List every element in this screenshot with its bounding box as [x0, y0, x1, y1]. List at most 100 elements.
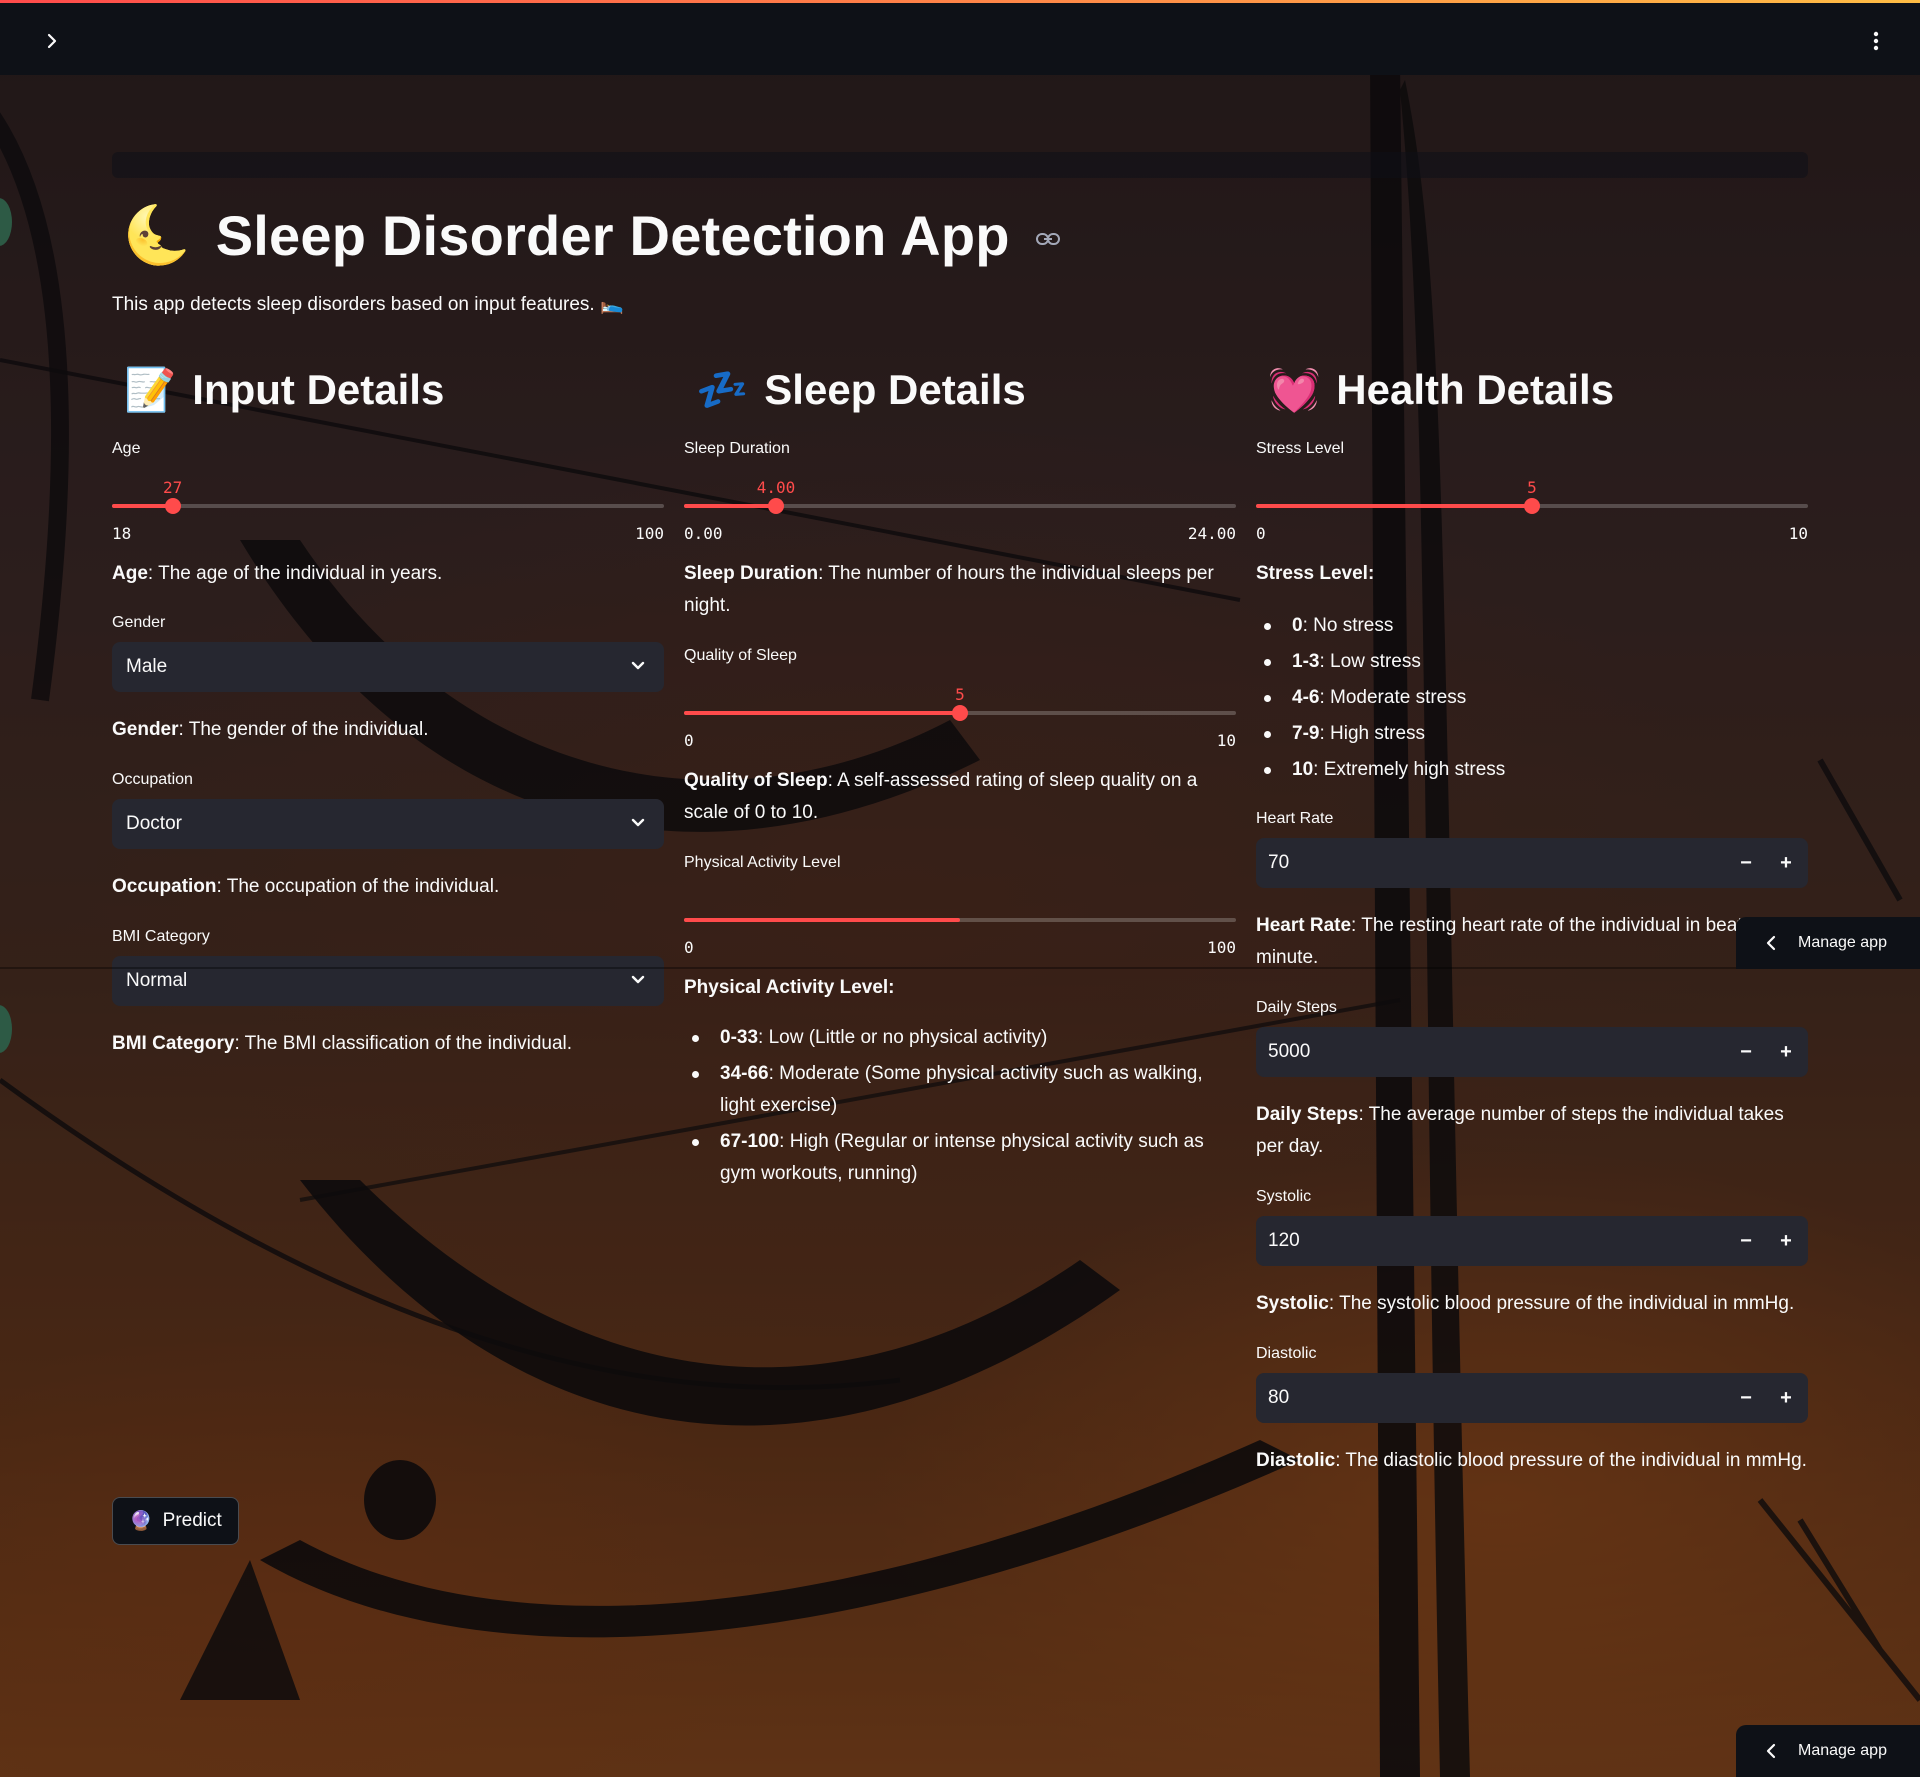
gender-select[interactable]: Male [112, 642, 664, 692]
slider-thumb[interactable] [952, 705, 968, 721]
decoration-bar [112, 152, 1808, 178]
chevron-down-icon [631, 818, 645, 827]
stress-slider[interactable]: 5 0 10 [1256, 458, 1808, 548]
slider-fill [1256, 504, 1532, 508]
occupation-select[interactable]: Doctor [112, 799, 664, 849]
slider-max: 24.00 [1187, 524, 1236, 543]
decrement-button[interactable]: − [1726, 843, 1766, 883]
more-vertical-icon [1873, 31, 1879, 51]
increment-button[interactable]: + [1766, 843, 1806, 883]
diastolic-label: Diastolic [1256, 1345, 1317, 1362]
stress-level-list: 0: No stress 1-3: Low stress 4-6: Moderate… [1256, 610, 1808, 790]
link-icon[interactable] [1035, 226, 1060, 252]
heart-rate-input[interactable]: 70 − + [1256, 838, 1808, 888]
daily-steps-input[interactable]: 5000 − + [1256, 1027, 1808, 1077]
bmi-select[interactable]: Normal [112, 956, 664, 1006]
predict-button[interactable]: 🔮 Predict [112, 1497, 239, 1545]
main-menu-button[interactable] [1862, 27, 1890, 55]
crystal-ball-icon: 🔮 [129, 1511, 153, 1532]
systolic-description: Systolic: The systolic blood pressure of… [1256, 1293, 1795, 1314]
sleep-duration-slider-group: Sleep Duration 4.00 0.00 24.00 [684, 440, 1236, 548]
sleep-quality-description: Quality of Sleep: A self-assessed rating… [684, 770, 1198, 823]
age-slider[interactable]: 27 18 100 [112, 458, 664, 548]
slider-min: 0 [1256, 524, 1266, 543]
slider-value: 5 [955, 685, 965, 704]
input-details-heading: 📝 Input Details [112, 360, 664, 420]
input-details-column: 📝 Input Details Age 27 18 100 Age: The a… [112, 360, 664, 1054]
decrement-button[interactable]: − [1726, 1032, 1766, 1072]
sleep-duration-label: Sleep Duration [684, 440, 790, 457]
gender-description: Gender: The gender of the individual. [112, 719, 429, 740]
gender-label: Gender [112, 614, 166, 631]
chevron-left-icon [1766, 1743, 1776, 1759]
health-details-column: 💓 Health Details Stress Level 5 0 10 Str… [1256, 360, 1808, 1471]
occupation-label: Occupation [112, 771, 193, 788]
slider-fill [112, 504, 173, 508]
slider-fill [684, 918, 960, 922]
heading-text: Input Details [192, 366, 445, 413]
heart-rate-description: Heart Rate: The resting heart rate of th… [1256, 915, 1785, 968]
diastolic-input[interactable]: 80 − + [1256, 1373, 1808, 1423]
app-subtitle: This app detects sleep disorders based o… [112, 294, 624, 315]
manage-app-button[interactable]: Manage app [1736, 1725, 1920, 1777]
heart-rate-label: Heart Rate [1256, 810, 1334, 827]
manage-app-button[interactable]: Manage app [1736, 917, 1920, 969]
slider-thumb[interactable] [768, 498, 785, 514]
slider-max: 10 [1216, 731, 1236, 750]
chevron-down-icon [631, 975, 645, 984]
slider-thumb[interactable] [1524, 498, 1540, 514]
systolic-group: Systolic 120 − + [1256, 1188, 1808, 1266]
list-item: 34-66: Moderate (Some physical activity … [684, 1058, 1236, 1122]
slider-value: 27 [162, 478, 183, 497]
activity-slider-group: Physical Activity Level 0 100 [684, 854, 1236, 962]
list-item: 4-6: Moderate stress [1256, 682, 1808, 714]
age-slider-group: Age 27 18 100 [112, 440, 664, 548]
diastolic-description: Diastolic: The diastolic blood pressure … [1256, 1450, 1807, 1471]
systolic-value: 120 [1268, 1230, 1300, 1251]
heading-text: Health Details [1336, 366, 1615, 413]
heart-rate-group: Heart Rate 70 − + [1256, 810, 1808, 888]
increment-button[interactable]: + [1766, 1032, 1806, 1072]
heart-icon: 💓 [1268, 365, 1321, 413]
slider-track [112, 504, 664, 508]
app-header [0, 3, 1920, 75]
heart-rate-value: 70 [1268, 852, 1290, 873]
slider-max: 100 [635, 524, 664, 543]
slider-fill [684, 504, 777, 508]
slider-fill [684, 711, 960, 715]
activity-slider[interactable]: 0 100 [684, 872, 1236, 962]
decrement-button[interactable]: − [1726, 1221, 1766, 1261]
sleep-duration-slider[interactable]: 4.00 0.00 24.00 [684, 458, 1236, 548]
list-item: 10: Extremely high stress [1256, 754, 1808, 786]
slider-min: 0 [684, 938, 694, 957]
daily-steps-group: Daily Steps 5000 − + [1256, 999, 1808, 1077]
expand-sidebar-button[interactable] [38, 27, 66, 55]
list-item: 1-3: Low stress [1256, 646, 1808, 678]
slider-thumb[interactable] [164, 498, 181, 514]
decrement-button[interactable]: − [1726, 1378, 1766, 1418]
age-description: Age: The age of the individual in years. [112, 563, 443, 584]
age-label: Age [112, 440, 141, 457]
systolic-label: Systolic [1256, 1188, 1312, 1205]
list-item: 7-9: High stress [1256, 718, 1808, 750]
occupation-select-group: Occupation Doctor [112, 771, 664, 849]
memo-icon: 📝 [124, 365, 177, 413]
page-title: 🌜 Sleep Disorder Detection App [122, 200, 1060, 270]
health-details-heading: 💓 Health Details [1256, 360, 1808, 420]
occupation-description: Occupation: The occupation of the indivi… [112, 876, 500, 897]
moon-icon: 🌜 [122, 203, 192, 266]
occupation-value: Doctor [126, 813, 182, 834]
chevron-right-icon [47, 33, 57, 49]
sleep-duration-description: Sleep Duration: The number of hours the … [684, 563, 1214, 616]
increment-button[interactable]: + [1766, 1221, 1806, 1261]
slider-max: 100 [1207, 938, 1236, 957]
diastolic-value: 80 [1268, 1387, 1290, 1408]
sleep-quality-slider[interactable]: 5 0 10 [684, 665, 1236, 755]
predict-label: Predict [162, 1510, 222, 1531]
zzz-icon: 💤 [696, 365, 749, 413]
increment-button[interactable]: + [1766, 1378, 1806, 1418]
activity-label: Physical Activity Level [684, 854, 841, 871]
systolic-input[interactable]: 120 − + [1256, 1216, 1808, 1266]
slider-min: 0 [684, 731, 694, 750]
manage-app-label: Manage app [1798, 934, 1887, 951]
